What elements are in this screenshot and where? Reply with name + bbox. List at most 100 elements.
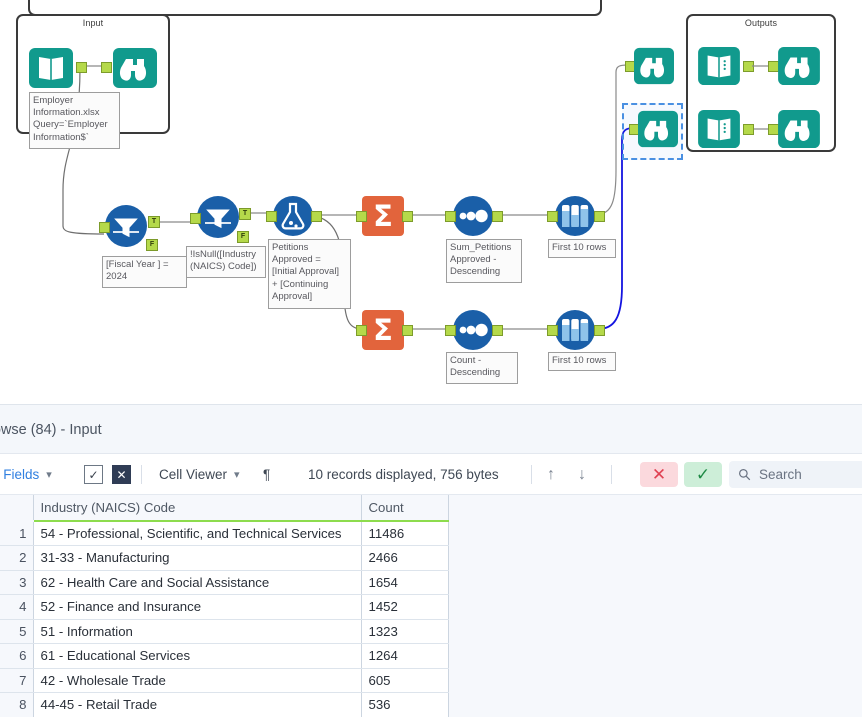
tool-output-data-2[interactable] xyxy=(698,110,740,148)
arrow-down-icon: ↓ xyxy=(578,465,586,483)
cell-rownum: 4 xyxy=(0,594,34,620)
tool-summarize-1[interactable]: Σ xyxy=(362,196,404,236)
cell-industry[interactable]: 42 - Wholesale Trade xyxy=(33,668,362,693)
record-status-label: 10 records displayed, 756 bytes xyxy=(308,467,499,482)
sort-2-input-plug[interactable] xyxy=(445,325,456,336)
table-row[interactable]: 7 42 - Wholesale Trade 605 xyxy=(0,668,449,693)
reject-button[interactable]: ✕ xyxy=(640,462,678,487)
binoculars-icon xyxy=(634,47,674,85)
summarize-2-input-plug[interactable] xyxy=(356,325,367,336)
sort-2-output-plug[interactable] xyxy=(492,325,503,336)
sort-1-input-plug[interactable] xyxy=(445,211,456,222)
tool-sample-1[interactable] xyxy=(554,195,596,237)
summarize-2-output-plug[interactable] xyxy=(402,325,413,336)
cell-count[interactable]: 1654 xyxy=(361,570,449,595)
filter-naics-input-plug[interactable] xyxy=(190,213,201,224)
cell-count[interactable]: 2466 xyxy=(361,545,449,571)
pilcrow-button[interactable]: ¶ xyxy=(263,454,270,495)
binoculars-icon xyxy=(113,48,157,88)
tool-filter-naics[interactable] xyxy=(196,195,240,239)
annotation-formula: Petitions Approved = [Initial Approval] … xyxy=(268,239,351,309)
formula-output-plug[interactable] xyxy=(311,211,322,222)
scroll-up-button[interactable]: ↑ xyxy=(547,454,555,495)
tool-output-data-1[interactable] xyxy=(698,47,740,85)
column-header-industry[interactable]: Industry (NAICS) Code xyxy=(33,495,362,522)
filter-year-true-port[interactable]: T xyxy=(148,216,160,228)
cell-viewer-dropdown[interactable]: Cell Viewer ▾ xyxy=(159,454,240,495)
binoculars-icon xyxy=(778,47,820,85)
table-row[interactable]: 2 31-33 - Manufacturing 2466 xyxy=(0,545,449,571)
fields-dropdown[interactable]: 2 Fields ▾ xyxy=(0,454,52,495)
cell-count[interactable]: 605 xyxy=(361,668,449,693)
tool-sort-2[interactable] xyxy=(452,309,494,351)
cell-count[interactable]: 1323 xyxy=(361,619,449,644)
summarize-1-output-plug[interactable] xyxy=(402,211,413,222)
filter-year-false-port[interactable]: F xyxy=(146,239,158,251)
sample-1-input-plug[interactable] xyxy=(547,211,558,222)
table-row[interactable]: 5 51 - Information 1323 xyxy=(0,619,449,644)
deselect-all-button[interactable]: ✕ xyxy=(112,465,131,484)
cell-industry[interactable]: 54 - Professional, Scientific, and Techn… xyxy=(33,521,362,546)
results-grid[interactable]: Industry (NAICS) Code Count 1 54 - Profe… xyxy=(0,495,862,717)
cell-count[interactable]: 1264 xyxy=(361,643,449,669)
sample-2-input-plug[interactable] xyxy=(547,325,558,336)
tool-sort-1[interactable] xyxy=(452,195,494,237)
sample-1-output-plug[interactable] xyxy=(594,211,605,222)
book-icon xyxy=(698,47,740,85)
tool-browse-out-1[interactable] xyxy=(634,47,674,85)
search-input[interactable]: Search xyxy=(729,461,862,488)
table-row[interactable]: 6 61 - Educational Services 1264 xyxy=(0,643,449,669)
output-data-1-output-plug[interactable] xyxy=(743,61,754,72)
tool-input-data[interactable] xyxy=(29,48,73,88)
tool-browse-input[interactable] xyxy=(113,48,157,88)
select-all-button[interactable]: ✓ xyxy=(84,465,103,484)
tool-filter-year[interactable] xyxy=(104,204,148,248)
sort-1-output-plug[interactable] xyxy=(492,211,503,222)
workflow-canvas[interactable]: Input Outputs Employer Information.xlsx … xyxy=(0,0,862,404)
table-row[interactable]: 3 62 - Health Care and Social Assistance… xyxy=(0,570,449,595)
tool-browse-container-1[interactable] xyxy=(778,47,820,85)
accept-button[interactable]: ✓ xyxy=(684,462,722,487)
pilcrow-icon: ¶ xyxy=(263,467,271,482)
annotation-sort-2: Count - Descending xyxy=(446,352,518,384)
cell-industry[interactable]: 62 - Health Care and Social Assistance xyxy=(33,570,362,595)
cell-count[interactable]: 1452 xyxy=(361,594,449,620)
output-data-2-output-plug[interactable] xyxy=(743,124,754,135)
sample-2-output-plug[interactable] xyxy=(594,325,605,336)
annotation-sample-1: First 10 rows xyxy=(548,239,616,258)
filter-naics-true-port[interactable]: T xyxy=(239,208,251,220)
browse-input-input-plug[interactable] xyxy=(101,62,112,73)
cell-count[interactable]: 536 xyxy=(361,692,449,717)
filter-naics-false-port[interactable]: F xyxy=(237,231,249,243)
tool-summarize-2[interactable]: Σ xyxy=(362,310,404,350)
annotation-filter-year: [Fiscal Year ] = 2024 xyxy=(102,256,187,288)
filter-year-input-plug[interactable] xyxy=(99,222,110,233)
scroll-down-button[interactable]: ↓ xyxy=(578,454,586,495)
cell-count[interactable]: 11486 xyxy=(361,521,449,546)
annotation-input-file: Employer Information.xlsx Query=`Employe… xyxy=(29,92,120,149)
binoculars-icon xyxy=(778,110,820,148)
tool-browse-out-2[interactable] xyxy=(638,110,678,148)
three-dots-circle-icon xyxy=(453,310,493,350)
cell-industry[interactable]: 61 - Educational Services xyxy=(33,643,362,669)
formula-input-plug[interactable] xyxy=(266,211,277,222)
cell-industry[interactable]: 51 - Information xyxy=(33,619,362,644)
toolbar-divider-3 xyxy=(611,465,612,484)
table-row[interactable]: 4 52 - Finance and Insurance 1452 xyxy=(0,594,449,620)
table-row[interactable]: 8 44-45 - Retail Trade 536 xyxy=(0,692,449,717)
tool-formula[interactable] xyxy=(272,195,314,237)
summarize-1-input-plug[interactable] xyxy=(356,211,367,222)
tool-sample-2[interactable] xyxy=(554,309,596,351)
chevron-down-icon: ▾ xyxy=(46,469,52,481)
tool-browse-container-2[interactable] xyxy=(778,110,820,148)
cell-rownum: 6 xyxy=(0,643,34,669)
column-header-rownum[interactable] xyxy=(0,495,34,521)
table-row[interactable]: 1 54 - Professional, Scientific, and Tec… xyxy=(0,521,449,546)
cell-industry[interactable]: 52 - Finance and Insurance xyxy=(33,594,362,620)
column-header-count[interactable]: Count xyxy=(361,495,449,522)
binoculars-icon xyxy=(638,110,678,148)
cell-industry[interactable]: 44-45 - Retail Trade xyxy=(33,692,362,717)
cell-industry[interactable]: 31-33 - Manufacturing xyxy=(33,545,362,571)
input-data-output-plug[interactable] xyxy=(76,62,87,73)
search-placeholder: Search xyxy=(759,467,802,482)
